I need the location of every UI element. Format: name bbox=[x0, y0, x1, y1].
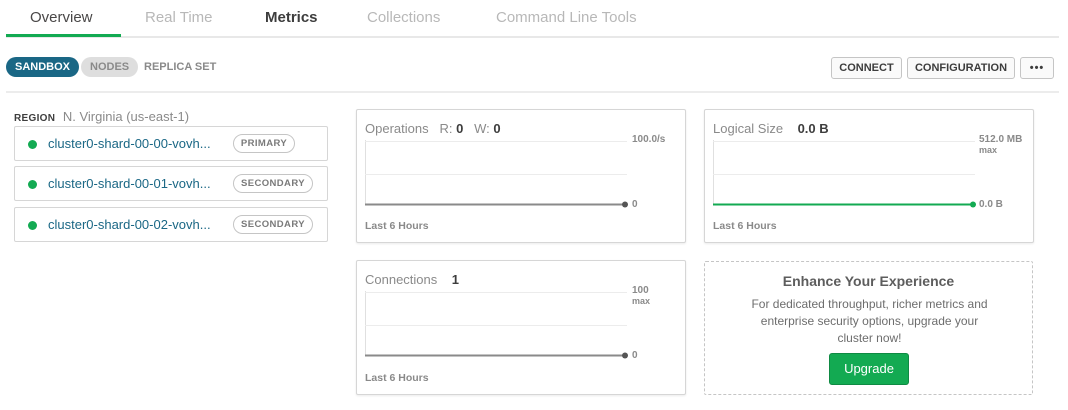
status-dot-icon bbox=[28, 180, 37, 189]
section-divider bbox=[6, 91, 1059, 93]
logical-size-title: Logical Size 0.0 B bbox=[713, 121, 829, 136]
node-name-link[interactable]: cluster0-shard-00-02-vovh... bbox=[48, 217, 211, 232]
tab-collections[interactable]: Collections bbox=[367, 9, 440, 26]
region-info: REGION N. Virginia (us-east-1) bbox=[14, 109, 189, 124]
connections-card[interactable]: Connections 1 100 max 0 Last 6 Hours bbox=[356, 260, 686, 395]
connections-max-label: 100 bbox=[632, 285, 649, 296]
operations-chart bbox=[365, 140, 628, 208]
tab-real-time[interactable]: Real Time bbox=[145, 9, 213, 26]
node-role-badge: PRIMARY bbox=[233, 134, 295, 153]
tab-bar: Overview Real Time Metrics Collections C… bbox=[6, 0, 1059, 38]
tab-metrics[interactable]: Metrics bbox=[265, 9, 318, 26]
node-role-badge: SECONDARY bbox=[233, 215, 313, 234]
operations-zero-label: 0 bbox=[632, 199, 638, 210]
connections-zero-label: 0 bbox=[632, 350, 638, 361]
logical-size-timespan: Last 6 Hours bbox=[713, 220, 777, 232]
logical-size-card[interactable]: Logical Size 0.0 B 512.0 MB max 0.0 B La… bbox=[704, 109, 1034, 243]
operations-card[interactable]: Operations R: 0 W: 0 100.0/s 0 Last 6 Ho… bbox=[356, 109, 686, 243]
logical-size-max-sub: max bbox=[979, 145, 998, 155]
sandbox-badge: SANDBOX bbox=[6, 57, 80, 77]
logical-size-chart bbox=[713, 140, 976, 208]
upgrade-panel: Enhance Your Experience For dedicated th… bbox=[704, 261, 1033, 395]
configuration-button[interactable]: CONFIGURATION bbox=[907, 57, 1015, 79]
upgrade-description: For dedicated throughput, richer metrics… bbox=[751, 297, 988, 345]
operations-max-label: 100.0/s bbox=[632, 134, 666, 145]
logical-size-max-label: 512.0 MB bbox=[979, 134, 1023, 145]
operations-timespan: Last 6 Hours bbox=[365, 220, 429, 232]
node-row[interactable]: cluster0-shard-00-01-vovh... SECONDARY bbox=[14, 166, 328, 201]
upgrade-button[interactable]: Upgrade bbox=[829, 353, 909, 385]
operations-title: Operations R: 0 W: 0 bbox=[365, 121, 501, 136]
region-label: REGION bbox=[14, 113, 56, 124]
node-row[interactable]: cluster0-shard-00-02-vovh... SECONDARY bbox=[14, 207, 328, 242]
node-role-badge: SECONDARY bbox=[233, 174, 313, 193]
node-row[interactable]: cluster0-shard-00-00-vovh... PRIMARY bbox=[14, 126, 328, 161]
connections-timespan: Last 6 Hours bbox=[365, 372, 429, 384]
logical-size-current-label: 0.0 B bbox=[979, 199, 1003, 210]
more-options-button[interactable]: ••• bbox=[1020, 57, 1054, 79]
connections-chart bbox=[365, 291, 628, 359]
connections-title: Connections 1 bbox=[365, 272, 459, 287]
region-value: N. Virginia (us-east-1) bbox=[62, 109, 190, 124]
nodes-badge: NODES bbox=[81, 57, 139, 77]
connections-max-sub: max bbox=[632, 296, 651, 306]
tab-command-line-tools[interactable]: Command Line Tools bbox=[496, 9, 637, 26]
active-tab-indicator bbox=[6, 34, 121, 37]
node-name-link[interactable]: cluster0-shard-00-00-vovh... bbox=[48, 136, 211, 151]
connect-button[interactable]: CONNECT bbox=[831, 57, 902, 79]
upgrade-title: Enhance Your Experience bbox=[782, 273, 955, 289]
replica-set-label: REPLICA SET bbox=[144, 61, 217, 73]
tab-overview[interactable]: Overview bbox=[30, 9, 93, 26]
status-dot-icon bbox=[28, 221, 37, 230]
node-name-link[interactable]: cluster0-shard-00-01-vovh... bbox=[48, 176, 211, 191]
status-dot-icon bbox=[28, 140, 37, 149]
